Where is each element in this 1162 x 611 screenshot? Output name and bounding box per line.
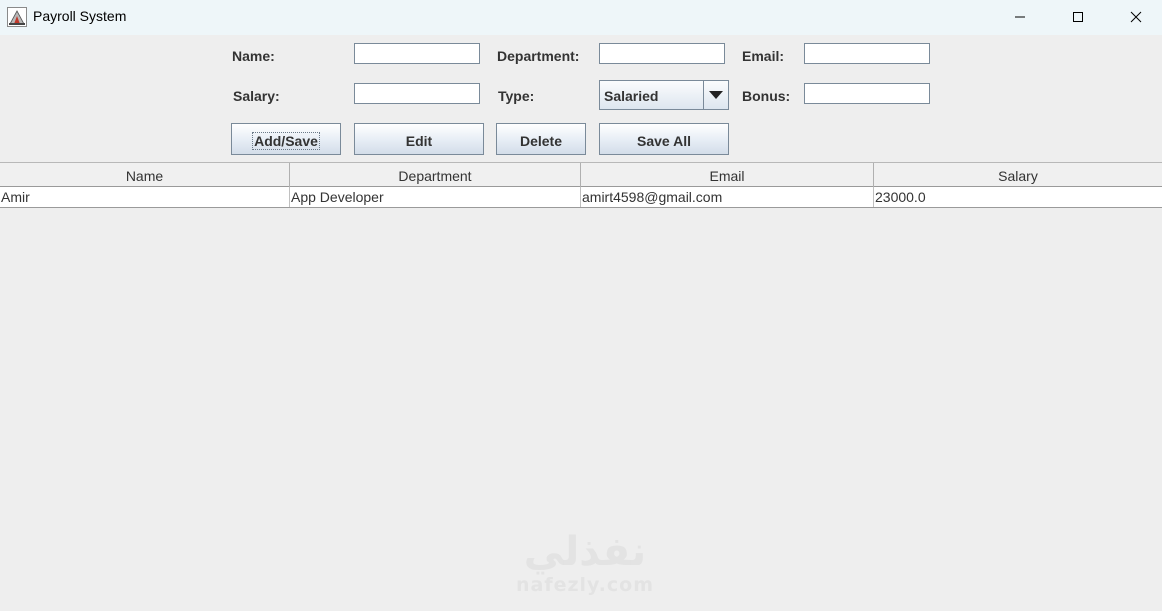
watermark-arabic: نفذلي	[523, 529, 647, 575]
chevron-down-icon[interactable]	[703, 81, 728, 109]
watermark: نفذلي nafezly.com	[505, 530, 665, 610]
type-selected-value: Salaried	[604, 88, 659, 104]
add-save-label: Add/Save	[252, 131, 320, 150]
cell-name[interactable]: Amir	[0, 187, 290, 207]
employee-table: Name Department Email Salary Amir App De…	[0, 162, 1162, 208]
cell-email[interactable]: amirt4598@gmail.com	[581, 187, 874, 207]
payroll-window: Payroll System Name: Department: Email: …	[0, 0, 1162, 611]
java-icon	[7, 7, 27, 27]
column-header-email[interactable]: Email	[581, 163, 874, 187]
bonus-label: Bonus:	[742, 88, 791, 104]
delete-label: Delete	[519, 132, 563, 149]
minimize-button[interactable]	[991, 0, 1049, 35]
email-label: Email:	[742, 48, 785, 64]
maximize-button[interactable]	[1049, 0, 1107, 35]
watermark-latin: nafezly.com	[515, 574, 655, 596]
save-all-label: Save All	[637, 132, 691, 149]
close-button[interactable]	[1107, 0, 1162, 35]
name-field[interactable]	[354, 43, 480, 64]
add-save-button[interactable]: Add/Save	[231, 123, 341, 155]
save-all-button[interactable]: Save All	[599, 123, 729, 155]
table-header: Name Department Email Salary	[0, 162, 1162, 187]
cell-department[interactable]: App Developer	[290, 187, 581, 207]
email-field[interactable]	[804, 43, 930, 64]
type-select[interactable]: Salaried	[599, 80, 729, 110]
minimize-icon	[1014, 8, 1026, 27]
bonus-field[interactable]	[804, 83, 930, 104]
delete-button[interactable]: Delete	[496, 123, 586, 155]
maximize-icon	[1072, 8, 1084, 27]
close-icon	[1130, 8, 1142, 27]
type-label: Type:	[498, 88, 535, 104]
column-header-salary[interactable]: Salary	[874, 163, 1162, 187]
salary-field[interactable]	[354, 83, 480, 104]
title-bar[interactable]: Payroll System	[0, 0, 1162, 35]
cell-salary[interactable]: 23000.0	[874, 187, 1162, 207]
edit-label: Edit	[405, 132, 433, 149]
window-title: Payroll System	[33, 8, 127, 24]
salary-label: Salary:	[233, 88, 280, 104]
table-row[interactable]: Amir App Developer amirt4598@gmail.com 2…	[0, 187, 1162, 208]
department-label: Department:	[497, 48, 580, 64]
edit-button[interactable]: Edit	[354, 123, 484, 155]
department-field[interactable]	[599, 43, 725, 64]
column-header-name[interactable]: Name	[0, 163, 290, 187]
name-label: Name:	[232, 48, 275, 64]
column-header-department[interactable]: Department	[290, 163, 581, 187]
